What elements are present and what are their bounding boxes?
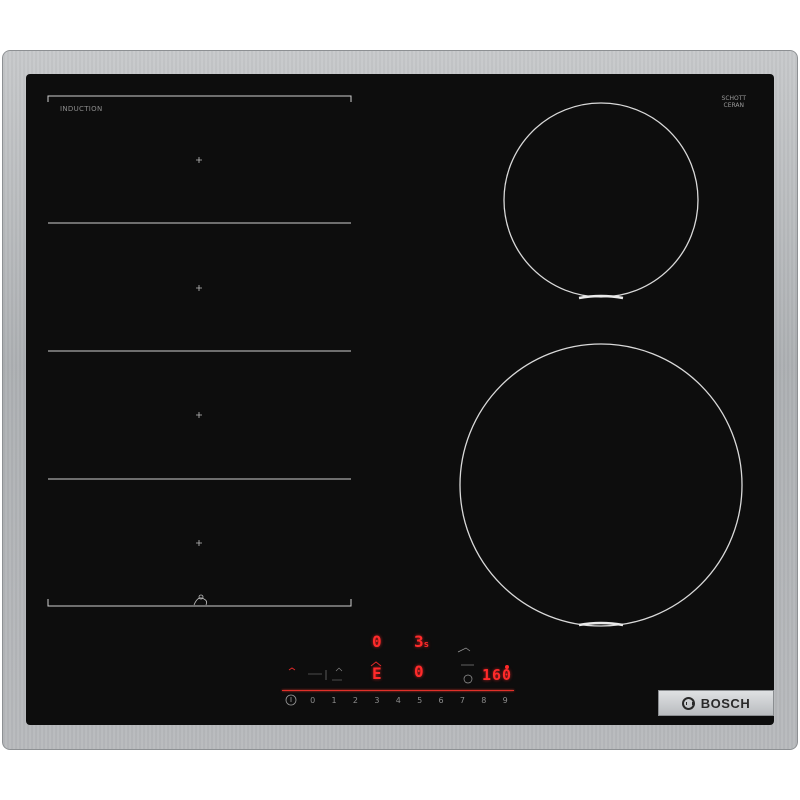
power-scale[interactable]: 0 1 2 3 4 5 6 7 8 9 — [302, 696, 516, 708]
zone-marker-1 — [196, 157, 202, 163]
timer-unit: s — [423, 640, 430, 650]
zone-level-display-b: 0 — [414, 662, 424, 681]
power-level-9[interactable]: 9 — [495, 696, 516, 708]
power-level-0[interactable]: 0 — [302, 696, 323, 708]
round-zone-large-marker — [578, 621, 624, 627]
power-level-1[interactable]: 1 — [323, 696, 344, 708]
brand-name: BOSCH — [700, 695, 751, 711]
child-lock-icon[interactable] — [288, 667, 296, 671]
zone-marker-2 — [196, 285, 202, 291]
glass-maker-label: SCHOTT CERAN — [722, 95, 746, 109]
hob-markings — [47, 95, 743, 706]
timer-value: 3 — [414, 632, 424, 651]
glass-maker-line2: CERAN — [723, 102, 745, 109]
brand-badge: BOSCH — [658, 690, 774, 716]
power-level-6[interactable]: 6 — [430, 696, 451, 708]
power-level-5[interactable]: 5 — [409, 696, 430, 708]
timer-icon[interactable] — [463, 674, 473, 684]
cooking-sensor-icon[interactable] — [457, 647, 471, 653]
power-level-8[interactable]: 8 — [473, 696, 494, 708]
round-zone-small-marker — [578, 294, 624, 300]
timer-display: 3s — [414, 632, 429, 651]
power-level-4[interactable]: 4 — [388, 696, 409, 708]
zone-code-display: E — [372, 664, 382, 683]
round-zone-large — [459, 343, 743, 627]
function-symbols[interactable] — [308, 667, 343, 681]
power-level-3[interactable]: 3 — [366, 696, 387, 708]
bosch-logo-icon — [681, 696, 695, 710]
zone-marker-3 — [196, 412, 202, 418]
power-level-2[interactable]: 2 — [345, 696, 366, 708]
zone-level-display-a: 0 — [372, 632, 382, 651]
temperature-display: 160 — [482, 666, 513, 684]
pan-icon — [193, 594, 208, 606]
induction-label: INDUCTION — [60, 105, 103, 113]
glass-maker-line1: SCHOTT — [721, 95, 746, 102]
round-zone-small — [503, 102, 699, 298]
ceramic-glass-panel: INDUCTION SCHOTT CERAN — [26, 74, 774, 725]
power-level-7[interactable]: 7 — [452, 696, 473, 708]
zone-marker-4 — [196, 540, 202, 546]
power-slider-track[interactable] — [282, 690, 514, 691]
